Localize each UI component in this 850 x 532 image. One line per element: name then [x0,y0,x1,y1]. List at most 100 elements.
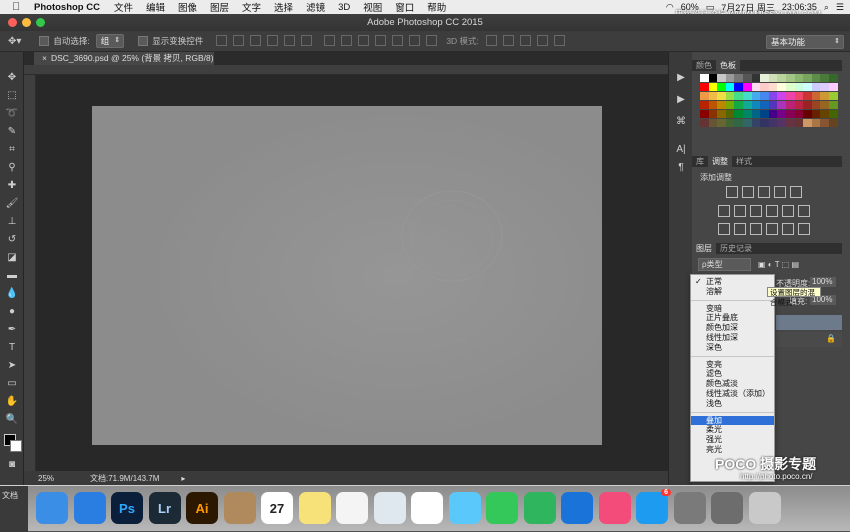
swatch[interactable] [828,110,838,118]
tab-history[interactable]: 历史记录 [716,243,756,254]
crop-tool-icon[interactable]: ⌗ [4,142,20,157]
photoshop-icon[interactable]: Ps [111,492,143,524]
preview-icon[interactable] [373,492,406,524]
wifi-icon[interactable]: ◠ [666,2,674,13]
history-brush-tool-icon[interactable]: ↺ [4,232,20,247]
adjustment-icons-row3[interactable] [718,223,814,237]
blend-mode-menu[interactable]: 正常 ✓ 溶解 变暗 正片叠底 颜色加深 线性加深 深色 变亮 滤色 颜色减淡 线性减淡（添加） 浅色叠… [690,274,775,482]
swatch[interactable] [820,110,829,118]
swatch[interactable] [700,101,709,109]
swatch[interactable] [811,110,821,118]
swatch[interactable] [794,74,804,82]
show-transform-checkbox[interactable] [138,36,152,47]
healing-brush-tool-icon[interactable]: ✚ [4,178,20,193]
swatch[interactable] [811,101,821,109]
swatch[interactable] [725,83,735,91]
swatches-grid[interactable] [700,74,840,128]
swatch[interactable] [768,119,778,127]
layer-filter-dropdown[interactable]: ρ类型 [698,258,751,271]
swatch[interactable] [717,74,726,82]
swatch[interactable] [708,74,718,82]
swatch[interactable] [794,119,804,127]
marquee-tool-icon[interactable]: ⬚ [4,88,20,103]
blend-mode-item[interactable]: 颜色加深 [691,323,774,333]
swatch[interactable] [820,74,829,82]
swatch[interactable] [700,92,709,100]
swatch[interactable] [768,110,778,118]
status-arrow-icon[interactable]: ▸ [181,474,185,483]
menu-type[interactable]: 文字 [242,0,261,14]
swatch[interactable] [760,110,769,118]
notes-icon[interactable] [298,492,331,524]
swatch[interactable] [768,101,778,109]
zoom-tool-icon[interactable]: 🔍 [4,412,20,427]
swatch[interactable] [828,74,838,82]
swatch[interactable] [734,101,743,109]
swatch[interactable] [751,83,761,91]
layer-row-background[interactable]: 🔒 [776,332,842,347]
tab-styles[interactable]: 样式 [732,156,756,167]
clone-stamp-tool-icon[interactable]: ⊥ [4,214,20,229]
systemprefs-icon[interactable] [711,492,743,524]
swatch[interactable] [708,92,718,100]
swatch[interactable] [717,92,726,100]
close-tab-icon[interactable]: × [42,53,47,63]
swatch[interactable] [717,110,726,118]
move-tool-icon[interactable]: ✥▾ [8,36,21,47]
swatch[interactable] [751,119,761,127]
swatch[interactable] [751,92,761,100]
photos-icon[interactable] [411,492,443,524]
menu-filter[interactable]: 滤镜 [306,0,325,14]
swatch[interactable] [717,101,726,109]
swatch[interactable] [820,83,829,91]
swatch[interactable] [811,119,821,127]
blend-mode-item[interactable]: 颜色减淡 [691,379,774,389]
notification-center-icon[interactable]: ☰ [836,2,844,13]
swatch[interactable] [708,119,718,127]
move-tool-icon[interactable]: ✥ [4,70,20,85]
swatch[interactable] [742,101,752,109]
menu-3d[interactable]: 3D [338,2,350,13]
eyedropper-tool-icon[interactable]: ⚲ [4,160,20,175]
swatch[interactable] [700,74,709,82]
swatch[interactable] [777,110,786,118]
zoom-window-button[interactable] [36,18,45,27]
swatch[interactable] [734,119,743,127]
swatch[interactable] [734,110,743,118]
swatch[interactable] [760,101,769,109]
swatch[interactable] [768,83,778,91]
swatch[interactable] [828,119,838,127]
auto-select-dropdown[interactable]: 组 [95,34,125,48]
minimize-window-button[interactable] [22,18,31,27]
menu-window[interactable]: 窗口 [395,0,414,14]
reminders-icon[interactable] [336,492,368,524]
workspace-dropdown[interactable]: 基本功能 [766,35,844,49]
swatch[interactable] [777,83,786,91]
swatch[interactable] [811,92,821,100]
swatch[interactable] [700,83,709,91]
swatch[interactable] [811,74,821,82]
swatch[interactable] [725,92,735,100]
swatch[interactable] [734,74,743,82]
swatch[interactable] [700,110,709,118]
swatch[interactable] [760,74,769,82]
document-tab[interactable]: ×DSC_3690.psd @ 25% (背景 拷贝, RGB/8) * [34,52,214,76]
launchpad-icon[interactable] [673,492,706,524]
swatch[interactable] [803,110,812,118]
distribute-icons[interactable] [321,34,440,48]
swatch[interactable] [768,92,778,100]
swatch[interactable] [794,92,804,100]
blur-tool-icon[interactable]: 💧 [4,286,20,301]
apple-icon[interactable]:  [12,1,22,13]
panel-paragraph-icon[interactable]: ¶ [673,160,689,175]
swatch[interactable] [708,110,718,118]
zoom-level[interactable]: 25% [38,474,54,483]
swatch[interactable] [794,110,804,118]
swatch[interactable] [785,83,795,91]
swatch[interactable] [785,92,795,100]
panel-play-icon[interactable]: ▶ [673,70,689,85]
swatch[interactable] [777,92,786,100]
swatch[interactable] [742,74,752,82]
swatch[interactable] [725,101,735,109]
adjustment-icons-row2[interactable] [718,205,814,219]
